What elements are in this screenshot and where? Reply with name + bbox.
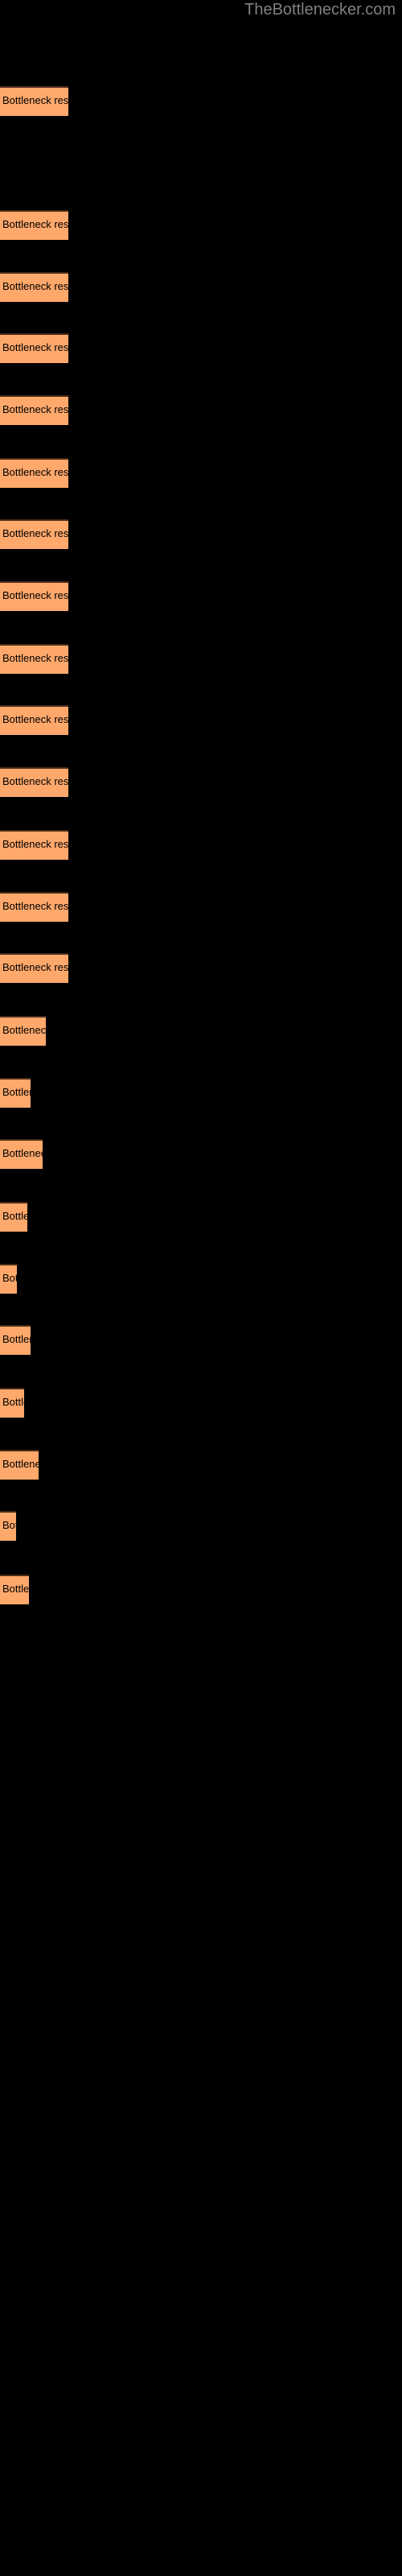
bar-label: Bottleneck result — [2, 1085, 31, 1098]
bar-bottleneck-result[interactable]: Bottleneck result — [0, 1139, 43, 1170]
bar-bottleneck-result[interactable]: Bottleneck result — [0, 1574, 29, 1604]
bar-bottleneck-result[interactable]: Bottleneck result — [0, 705, 68, 736]
bar-bottleneck-result[interactable]: Bottleneck result — [0, 953, 68, 983]
bar-chart-area: Bottleneck result Bottleneck result Bottle… — [0, 0, 402, 2576]
bar-bottleneck-result[interactable]: Bottleneck result — [0, 333, 68, 364]
bar-label: Bottleneck result — [2, 1396, 24, 1409]
bar-bottleneck-result[interactable]: Bottleneck result — [0, 210, 68, 241]
bar-label: Bottleneck result — [2, 341, 68, 354]
bar-bottleneck-result[interactable]: Bottleneck result — [0, 519, 68, 550]
bar-label: Bottleneck result — [2, 838, 68, 851]
bar-label: Bottleneck result — [2, 774, 68, 787]
bar-bottleneck-result[interactable]: Bottleneck result — [0, 1449, 39, 1480]
bar-label: Bottleneck result — [2, 1457, 39, 1470]
bar-label: Bottleneck result — [2, 218, 68, 231]
bar-bottleneck-result[interactable]: Bottleneck result — [0, 766, 68, 797]
bottleneck-chart-page: TheBottlenecker.com Bottleneck resultBot… — [0, 0, 402, 2576]
bar-bottleneck-result[interactable]: Bottleneck result — [0, 580, 68, 611]
bar-bottleneck-result[interactable]: Bottleneck result — [0, 394, 68, 425]
bar-label: Bottleneck result — [2, 1024, 46, 1037]
bar-label: Bottleneck result — [2, 899, 68, 912]
bar-bottleneck-result[interactable]: Bottleneck result — [0, 644, 68, 674]
bar-label: Bottleneck result — [2, 402, 68, 415]
bar-label: Bottleneck result — [2, 1582, 29, 1595]
bar-label: Bottleneck result — [2, 961, 68, 973]
bar-bottleneck-result[interactable]: Bottleneck result — [0, 85, 68, 116]
bar-label: Bottleneck result — [2, 465, 68, 478]
bar-label: Bottleneck result — [2, 652, 68, 664]
bar-bottleneck-result[interactable]: Bottleneck result — [0, 1511, 16, 1542]
bar-bottleneck-result[interactable]: Bottleneck result — [0, 271, 68, 302]
bar-label: Bottleneck result — [2, 1147, 43, 1160]
bar-label: Bottleneck result — [2, 1271, 17, 1284]
bar-bottleneck-result[interactable]: Bottleneck result — [0, 891, 68, 922]
bar-bottleneck-result[interactable]: Bottleneck result — [0, 1388, 24, 1418]
bar-label: Bottleneck result — [2, 1210, 27, 1223]
bar-label: Bottleneck result — [2, 588, 68, 601]
bar-label: Bottleneck result — [2, 1333, 31, 1346]
bar-label: Bottleneck result — [2, 713, 68, 726]
bar-bottleneck-result[interactable]: Bottleneck result — [0, 1263, 17, 1294]
bar-bottleneck-result[interactable]: Bottleneck result — [0, 1202, 27, 1232]
bar-bottleneck-result[interactable]: Bottleneck result — [0, 1077, 31, 1108]
bar-label: Bottleneck result — [2, 527, 68, 540]
bar-bottleneck-result[interactable]: Bottleneck result — [0, 1016, 46, 1046]
bar-bottleneck-result[interactable]: Bottleneck result — [0, 457, 68, 488]
bar-label: Bottleneck result — [2, 93, 68, 106]
bar-label: Bottleneck result — [2, 1519, 16, 1532]
bar-bottleneck-result[interactable]: Bottleneck result — [0, 830, 68, 861]
bar-label: Bottleneck result — [2, 279, 68, 292]
bar-bottleneck-result[interactable]: Bottleneck result — [0, 1325, 31, 1356]
